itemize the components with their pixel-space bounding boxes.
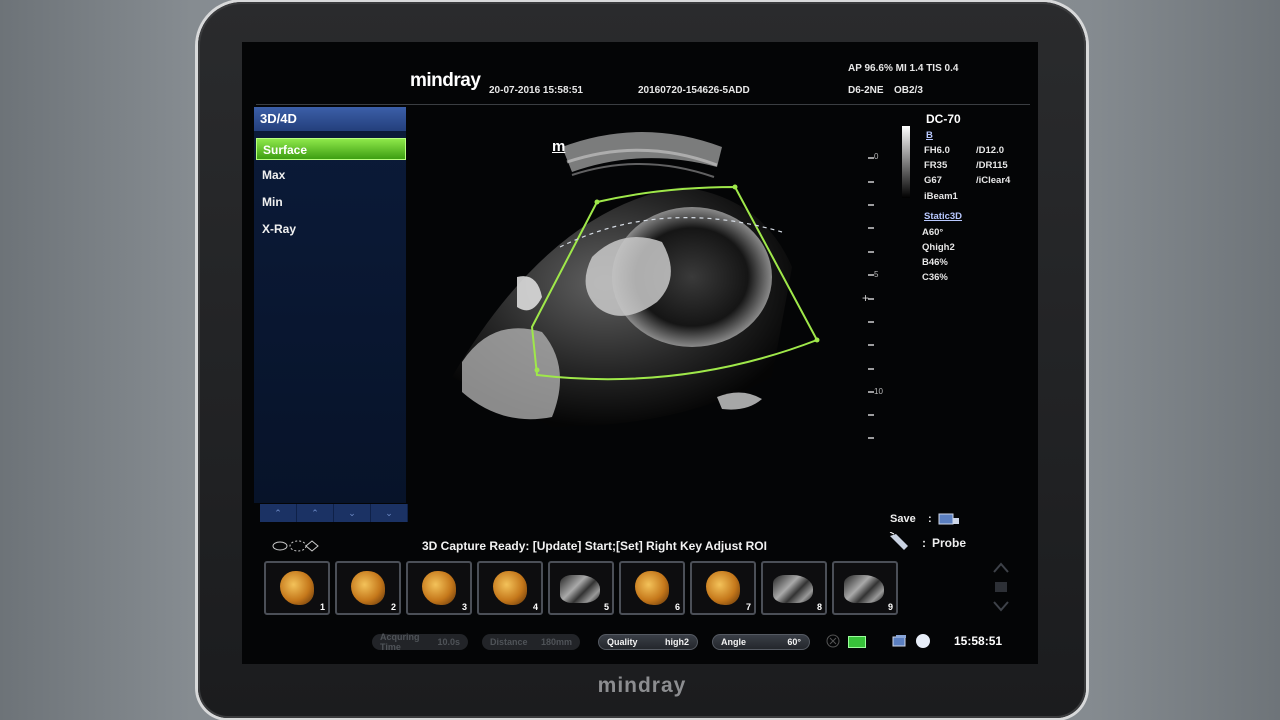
- system-clock: 15:58:51: [954, 634, 1003, 648]
- menu-page-arrows: ⌃ ⌃ ⌄ ⌄: [260, 504, 408, 522]
- page-down-icon[interactable]: ⌄: [371, 504, 408, 522]
- power-readout: AP 96.6% MI 1.4 TIS 0.4: [848, 63, 959, 74]
- thumbnail-number: 5: [603, 602, 609, 612]
- cine-thumbnail[interactable]: 6: [619, 561, 685, 615]
- record-indicator-icon: [916, 634, 930, 648]
- quality-control[interactable]: Quality high2: [598, 634, 698, 650]
- thumb-scroll-controls[interactable]: [990, 560, 1012, 614]
- menu-item-max[interactable]: Max: [256, 164, 406, 186]
- cine-thumbnail[interactable]: 9: [832, 561, 898, 615]
- cine-thumbnails: 1 2 3 4 5 6 7 8 9: [264, 561, 904, 619]
- cine-thumbnail[interactable]: 5: [548, 561, 614, 615]
- gray-scale-bar: [902, 126, 910, 198]
- acquiring-time-control[interactable]: Acquring Time 10.0s: [372, 632, 468, 652]
- bezel-logo: mindray: [597, 674, 687, 697]
- thumbnail-number: 1: [319, 602, 325, 612]
- angle-label: Angle: [721, 637, 747, 647]
- thumbnail-image: [560, 575, 600, 603]
- thumbnail-image: [280, 571, 314, 605]
- menu-title[interactable]: 3D/4D: [254, 107, 406, 131]
- orientation-marker: m: [552, 138, 566, 155]
- distance-label: Distance: [490, 637, 528, 647]
- thumbnail-number: 9: [887, 602, 893, 612]
- probe-name: D6-2NE: [848, 85, 884, 96]
- param-quality: Qhigh2: [922, 242, 955, 253]
- depth-scale: +: [862, 157, 874, 439]
- param-fh: FH6.0: [924, 145, 950, 156]
- param-c: C36%: [922, 272, 948, 283]
- brand-logo: mindray: [410, 70, 481, 91]
- param-ibeam: iBeam1: [924, 191, 958, 202]
- thumbnail-number: 8: [816, 602, 822, 612]
- probe-icon[interactable]: [888, 531, 910, 552]
- storage-icon: [892, 634, 908, 648]
- thumbnail-number: 4: [532, 602, 538, 612]
- cine-thumbnail[interactable]: 4: [477, 561, 543, 615]
- datetime: 20-07-2016 15:58:51: [489, 85, 583, 96]
- exam-preset: OB2/3: [894, 85, 923, 96]
- thumbnail-image: [706, 571, 740, 605]
- distance-control[interactable]: Distance 180mm: [482, 634, 580, 650]
- mode-icons: [272, 538, 324, 554]
- thumbnail-image: [773, 575, 813, 603]
- quality-label: Quality: [607, 637, 638, 647]
- cine-thumbnail[interactable]: 7: [690, 561, 756, 615]
- menu-item-min[interactable]: Min: [256, 191, 406, 213]
- volume-mode-icon: [272, 540, 319, 552]
- param-fr: FR35: [924, 160, 948, 171]
- cine-thumbnail[interactable]: 1: [264, 561, 330, 615]
- thumbnail-image: [493, 571, 527, 605]
- model-name: DC-70: [926, 112, 961, 126]
- static3d-label[interactable]: Static3D: [924, 211, 962, 222]
- depth-label-10: 10: [874, 387, 883, 396]
- battery-icon: [848, 636, 866, 648]
- thumbnail-image: [351, 571, 385, 605]
- depth-label-0: 0: [874, 152, 879, 161]
- thumbnail-image: [635, 571, 669, 605]
- svg-text:+: +: [862, 291, 869, 305]
- page-up-icon[interactable]: ⌃: [260, 504, 297, 522]
- acquiring-time-label: Acquring Time: [380, 632, 420, 652]
- angle-value: 60°: [787, 637, 801, 647]
- thumbnail-image: [422, 571, 456, 605]
- param-angle: A60°: [922, 227, 944, 238]
- thumbnail-number: 6: [674, 602, 680, 612]
- cine-thumbnail[interactable]: 8: [761, 561, 827, 615]
- network-icon: [826, 634, 840, 648]
- exam-id: 20160720-154626-5ADD: [638, 85, 750, 96]
- thumbnail-number: 3: [461, 602, 467, 612]
- scroll-down-icon[interactable]: ⌄: [334, 504, 371, 522]
- thumbnail-image: [844, 575, 884, 603]
- save-separator: :: [928, 513, 932, 525]
- ultrasound-image[interactable]: [432, 127, 852, 487]
- thumbnail-number: 7: [745, 602, 751, 612]
- menu-item-surface[interactable]: Surface: [256, 138, 406, 160]
- probe-separator: :: [922, 536, 926, 550]
- header-divider: [256, 104, 1030, 105]
- status-message: 3D Capture Ready: [Update] Start;[Set] R…: [422, 539, 767, 553]
- param-gain: G67: [924, 175, 942, 186]
- quality-value: high2: [665, 637, 689, 647]
- cine-thumbnail[interactable]: 3: [406, 561, 472, 615]
- probe-label: Probe: [932, 536, 967, 550]
- scroll-up-icon[interactable]: ⌃: [297, 504, 334, 522]
- param-dr: /DR115: [976, 160, 1008, 171]
- param-depth: /D12.0: [976, 145, 1004, 156]
- acquiring-time-value: 10.0s: [437, 637, 460, 647]
- menu-item-xray[interactable]: X-Ray: [256, 218, 406, 240]
- save-device-icon[interactable]: [938, 512, 960, 526]
- depth-label-5: 5: [874, 270, 879, 279]
- angle-control[interactable]: Angle 60°: [712, 634, 810, 650]
- mode-label[interactable]: B: [926, 130, 933, 141]
- thumbnail-number: 2: [390, 602, 396, 612]
- param-b: B46%: [922, 257, 948, 268]
- ultrasound-screen: mindray 20-07-2016 15:58:51 20160720-154…: [242, 42, 1038, 664]
- menu-panel: [254, 131, 406, 503]
- save-label: Save: [890, 513, 916, 525]
- param-iclear: /iClear4: [976, 175, 1011, 186]
- cine-thumbnail[interactable]: 2: [335, 561, 401, 615]
- distance-value: 180mm: [540, 637, 572, 647]
